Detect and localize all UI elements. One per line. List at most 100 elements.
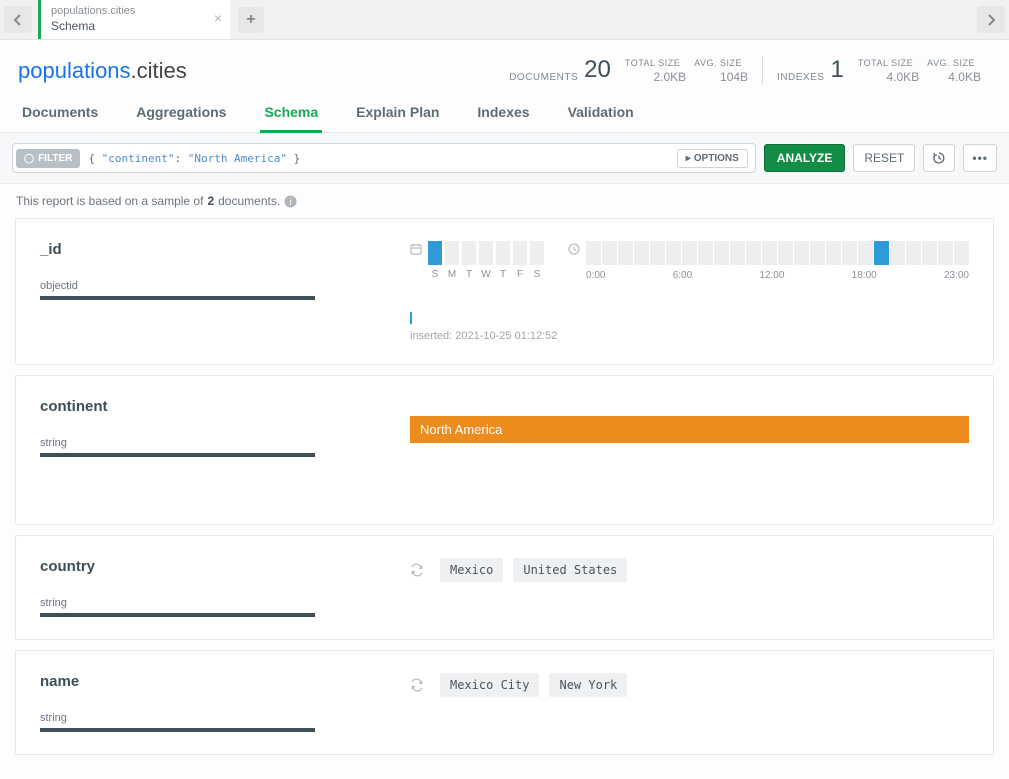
new-tab-button[interactable]: + xyxy=(238,7,264,33)
hour-bar[interactable] xyxy=(602,241,617,265)
indexes-stat-label: INDEXES xyxy=(777,71,824,84)
tab-documents[interactable]: Documents xyxy=(18,96,102,132)
avg-size-value: 104B xyxy=(720,70,748,84)
hour-bar[interactable] xyxy=(746,241,761,265)
field-card-name: name string Mexico City New York xyxy=(15,650,994,755)
value-distribution-bar[interactable]: North America xyxy=(410,416,969,443)
avg-size-label: AVG. SIZE xyxy=(694,58,742,70)
hour-bar[interactable] xyxy=(938,241,953,265)
hour-bar[interactable] xyxy=(954,241,969,265)
filter-options-button[interactable]: ▸OPTIONS xyxy=(677,149,748,168)
day-bar[interactable] xyxy=(496,241,510,265)
field-name: name xyxy=(40,673,410,690)
hour-bar[interactable] xyxy=(874,241,889,265)
hour-bar[interactable] xyxy=(810,241,825,265)
day-bar[interactable] xyxy=(530,241,544,265)
total-size-value: 2.0KB xyxy=(654,70,687,84)
hour-bar[interactable] xyxy=(922,241,937,265)
tab-indexes[interactable]: Indexes xyxy=(473,96,533,132)
sample-info: This report is based on a sample of 2 do… xyxy=(0,184,1009,218)
field-type: string xyxy=(40,712,410,724)
value-list: Mexico United States xyxy=(410,558,969,582)
collection-name: cities xyxy=(137,58,187,83)
collection-tab[interactable]: populations.cities Schema × xyxy=(38,0,230,39)
inserted-timestamp: inserted: 2021-10-25 01:12:52 xyxy=(410,330,969,342)
field-card-country: country string Mexico United States xyxy=(15,535,994,640)
close-tab-button[interactable]: × xyxy=(214,10,222,26)
value-list: Mexico City New York xyxy=(410,673,969,697)
timeline-marker[interactable] xyxy=(410,312,412,324)
hour-bar[interactable] xyxy=(650,241,665,265)
chevron-right-icon xyxy=(987,14,995,26)
type-distribution-bar xyxy=(40,613,315,617)
tab-validation[interactable]: Validation xyxy=(564,96,638,132)
type-distribution-bar xyxy=(40,296,315,300)
calendar-icon xyxy=(410,243,422,255)
day-bar[interactable] xyxy=(479,241,493,265)
index-total-size-value: 4.0KB xyxy=(886,70,919,84)
hour-bar[interactable] xyxy=(890,241,905,265)
field-name: continent xyxy=(40,398,410,415)
filter-chip: FILTER xyxy=(16,149,80,168)
index-total-size-label: TOTAL SIZE xyxy=(858,58,913,70)
hour-bar[interactable] xyxy=(714,241,729,265)
hour-bar[interactable] xyxy=(906,241,921,265)
value-chip[interactable]: United States xyxy=(513,558,627,582)
tab-schema[interactable]: Schema xyxy=(260,96,322,133)
hour-bar[interactable] xyxy=(826,241,841,265)
day-bar[interactable] xyxy=(513,241,527,265)
filter-input[interactable]: FILTER { "continent": "North America" } … xyxy=(12,143,756,173)
tab-aggregations[interactable]: Aggregations xyxy=(132,96,230,132)
weekday-histogram: S M T W T F S xyxy=(410,241,544,280)
reset-button[interactable]: RESET xyxy=(853,144,915,172)
field-name: _id xyxy=(40,241,410,258)
total-size-label: TOTAL SIZE xyxy=(625,58,680,70)
tab-explain-plan[interactable]: Explain Plan xyxy=(352,96,443,132)
hour-bar[interactable] xyxy=(778,241,793,265)
hour-bar[interactable] xyxy=(842,241,857,265)
shuffle-icon[interactable] xyxy=(410,563,424,577)
documents-stat-label: DOCUMENTS xyxy=(509,71,578,84)
hour-bar[interactable] xyxy=(618,241,633,265)
day-bar[interactable] xyxy=(428,241,442,265)
tab-nav-back-button[interactable] xyxy=(4,6,32,33)
value-chip[interactable]: Mexico City xyxy=(440,673,539,697)
tab-nav-forward-button[interactable] xyxy=(977,6,1005,33)
hour-bar[interactable] xyxy=(858,241,873,265)
schema-fields: _id objectid S M T W T F S xyxy=(0,218,1009,774)
field-card-id: _id objectid S M T W T F S xyxy=(15,218,994,365)
hour-bar[interactable] xyxy=(698,241,713,265)
type-distribution-bar xyxy=(40,453,315,457)
hour-bar[interactable] xyxy=(634,241,649,265)
tab-title: populations.cities xyxy=(51,6,220,17)
hour-bar[interactable] xyxy=(666,241,681,265)
field-name: country xyxy=(40,558,410,575)
field-type: objectid xyxy=(40,280,410,292)
database-name[interactable]: populations xyxy=(18,58,131,83)
hour-bar[interactable] xyxy=(586,241,601,265)
history-button[interactable] xyxy=(923,144,955,172)
hour-bar[interactable] xyxy=(730,241,745,265)
analyze-button[interactable]: ANALYZE xyxy=(764,144,846,172)
section-tabs: Documents Aggregations Schema Explain Pl… xyxy=(0,96,1009,133)
info-icon[interactable]: i xyxy=(284,195,297,208)
indexes-count: 1 xyxy=(830,56,843,84)
clock-icon xyxy=(568,243,580,255)
ellipsis-icon: ••• xyxy=(972,151,988,165)
day-bar[interactable] xyxy=(462,241,476,265)
filter-query: { "continent": "North America" } xyxy=(88,152,676,165)
insert-timeline: inserted: 2021-10-25 01:12:52 xyxy=(410,312,969,342)
day-bar[interactable] xyxy=(445,241,459,265)
shuffle-icon[interactable] xyxy=(410,678,424,692)
filter-bar: FILTER { "continent": "North America" } … xyxy=(0,133,1009,184)
value-chip[interactable]: Mexico xyxy=(440,558,503,582)
type-distribution-bar xyxy=(40,728,315,732)
svg-text:i: i xyxy=(289,197,292,208)
tab-subtitle: Schema xyxy=(51,19,220,33)
caret-right-icon: ▸ xyxy=(686,153,691,164)
hour-bar[interactable] xyxy=(794,241,809,265)
value-chip[interactable]: New York xyxy=(549,673,627,697)
hour-bar[interactable] xyxy=(762,241,777,265)
more-options-button[interactable]: ••• xyxy=(963,144,997,172)
hour-bar[interactable] xyxy=(682,241,697,265)
